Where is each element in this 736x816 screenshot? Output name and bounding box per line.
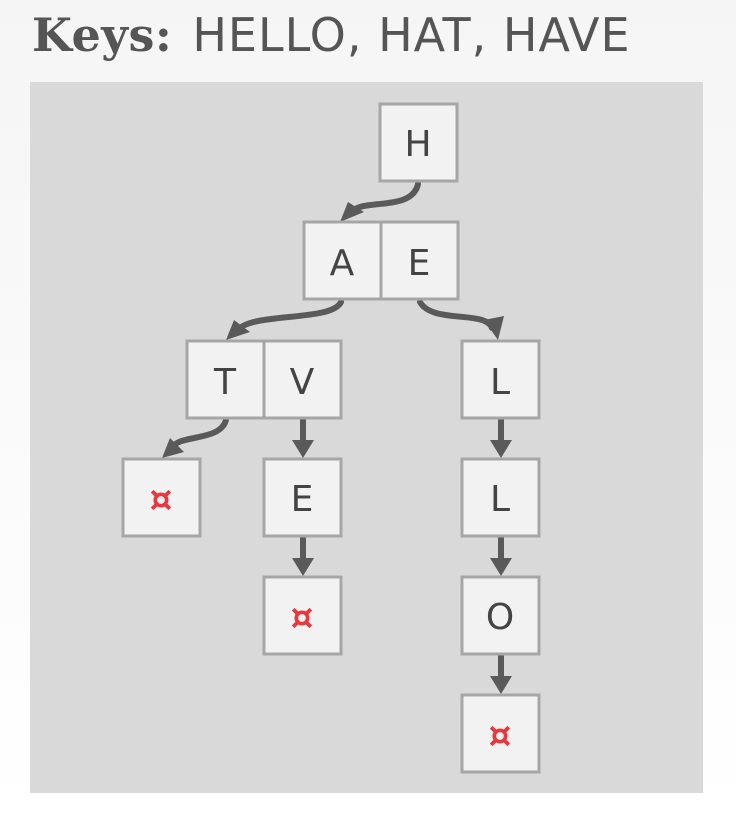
terminal-hat-symbol: ¤ — [150, 479, 173, 520]
node-a-char: A — [330, 243, 355, 284]
terminal-hello-symbol: ¤ — [489, 715, 512, 756]
trie-node-e-children: L — [460, 339, 541, 420]
trie-node-level1: A E — [302, 220, 460, 301]
node-ve-char: E — [291, 479, 314, 520]
node-v-char: V — [290, 362, 315, 403]
trie-diagram: H A E T V L ¤ E ¤ L O ¤ — [30, 82, 703, 793]
node-h-char: H — [404, 124, 431, 165]
trie-node-root: H — [378, 102, 459, 183]
trie-node-a-children: T V — [185, 339, 343, 420]
node-t-char: T — [213, 362, 237, 403]
trie-node-ve-terminal: ¤ — [262, 575, 343, 656]
node-ell-char: L — [490, 479, 510, 520]
trie-node-ello: O — [460, 575, 541, 656]
trie-node-t-terminal: ¤ — [121, 457, 202, 538]
terminal-have-symbol: ¤ — [291, 597, 314, 638]
trie-node-v-children: E — [262, 457, 343, 538]
diagram-panel — [30, 82, 703, 793]
trie-node-hello-terminal: ¤ — [460, 693, 541, 774]
trie-node-ell: L — [460, 457, 541, 538]
node-ello-char: O — [486, 597, 514, 638]
node-e-char: E — [408, 243, 431, 284]
node-el-char: L — [490, 362, 510, 403]
